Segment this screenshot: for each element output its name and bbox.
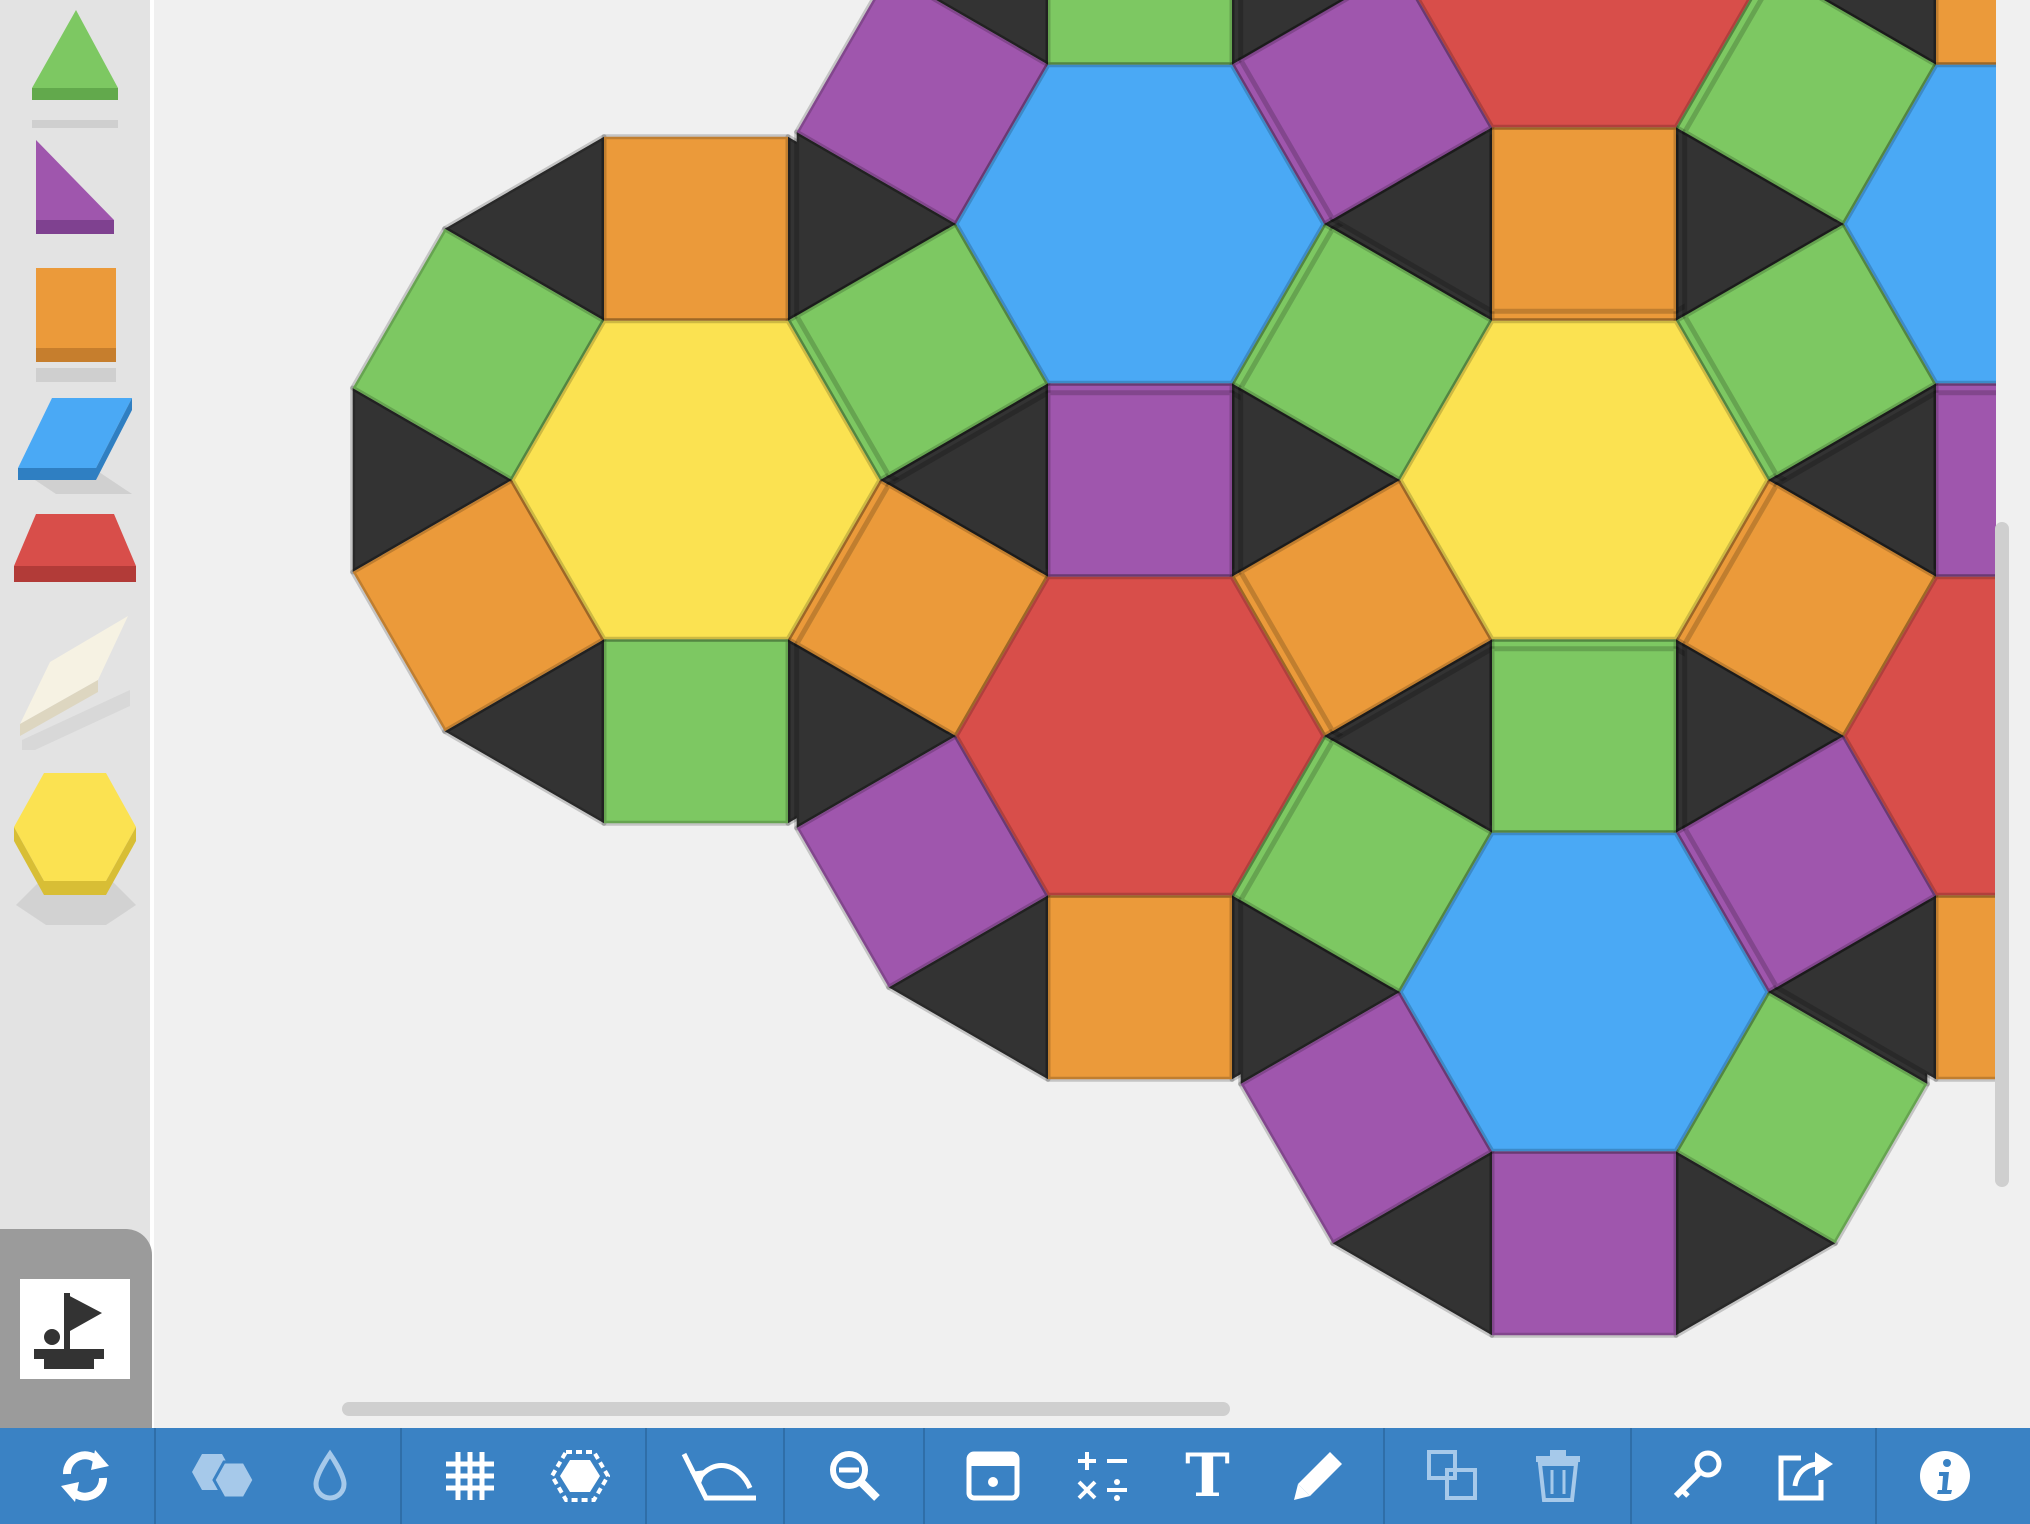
duplicate-button[interactable] (1405, 1428, 1500, 1524)
toolbar-separator (1875, 1428, 1877, 1524)
toolbar-separator (1630, 1428, 1632, 1524)
refresh-icon (61, 1450, 109, 1502)
square-tile[interactable] (1045, 390, 1235, 580)
thin-rhombus-icon (20, 616, 130, 750)
workspace-canvas[interactable] (154, 0, 1996, 1428)
square-tile[interactable] (1489, 124, 1679, 314)
droplet-icon (313, 1449, 347, 1501)
bottom-toolbar: T (0, 1428, 2030, 1524)
dashed-hexagon-icon (550, 1450, 610, 1502)
square-tile[interactable] (1933, 390, 1996, 580)
hexagons-icon (192, 1454, 256, 1500)
stamp-flag-icon (24, 1283, 126, 1375)
math-button[interactable] (1055, 1428, 1150, 1524)
right-triangle-icon (36, 140, 114, 234)
shape-outline-button[interactable] (530, 1428, 630, 1524)
toolbar-separator (400, 1428, 402, 1524)
square-tile[interactable] (1489, 646, 1679, 836)
trapezoid-icon (14, 514, 136, 582)
square-icon (36, 268, 116, 382)
toolbar-separator (645, 1428, 647, 1524)
tessellation-pattern[interactable] (154, 0, 1996, 1428)
square-tile[interactable] (1933, 892, 1996, 1082)
palette-tan-rhombus[interactable] (0, 610, 150, 750)
stamp-panel (0, 1229, 152, 1428)
key-icon (1673, 1450, 1721, 1499)
palette-purple-right-triangle[interactable] (0, 130, 150, 250)
toolbar-separator (783, 1428, 785, 1524)
toolbar-separator (154, 1428, 156, 1524)
key-button[interactable] (1650, 1428, 1745, 1524)
pencil-icon (1293, 1452, 1342, 1500)
info-button[interactable] (1895, 1428, 1995, 1524)
grid-button[interactable] (420, 1428, 520, 1524)
toolbar-separator (923, 1428, 925, 1524)
horizontal-scrollbar[interactable] (342, 1402, 1230, 1416)
square-tile[interactable] (601, 134, 791, 324)
toolbar-separator (1383, 1428, 1385, 1524)
info-icon (1920, 1451, 1970, 1501)
parallelogram-icon (18, 398, 132, 494)
triangle-icon (32, 10, 118, 128)
image-button[interactable] (945, 1428, 1040, 1524)
delete-button[interactable] (1510, 1428, 1605, 1524)
shapes-button[interactable] (180, 1428, 270, 1524)
palette-orange-square[interactable] (0, 260, 150, 390)
share-icon (1778, 1452, 1833, 1501)
pencil-button[interactable] (1270, 1428, 1365, 1524)
square-tile[interactable] (1489, 1148, 1679, 1338)
text-button[interactable]: T (1160, 1428, 1255, 1524)
grid-icon (446, 1452, 494, 1500)
trash-icon (1535, 1450, 1580, 1502)
angle-button[interactable] (665, 1428, 775, 1524)
square-tile[interactable] (1045, 0, 1235, 68)
zoom-out-icon (830, 1451, 880, 1501)
vertical-scrollbar[interactable] (1995, 522, 2009, 1187)
palette-green-triangle[interactable] (0, 0, 150, 130)
share-button[interactable] (1755, 1428, 1855, 1524)
duplicate-icon (1426, 1450, 1477, 1500)
text-icon: T (1185, 1441, 1230, 1511)
hexagon-icon (14, 773, 136, 925)
palette-red-trapezoid[interactable] (0, 510, 150, 600)
shape-palette (0, 0, 154, 1428)
zoom-out-button[interactable] (800, 1428, 910, 1524)
square-tile[interactable] (1933, 0, 1996, 68)
reset-button[interactable] (30, 1428, 140, 1524)
palette-blue-rhombus[interactable] (0, 390, 150, 500)
square-tile[interactable] (601, 636, 791, 826)
stamp-button[interactable] (20, 1279, 130, 1379)
color-button[interactable] (290, 1428, 370, 1524)
math-operators-icon (1077, 1452, 1127, 1501)
palette-yellow-hexagon[interactable] (0, 765, 150, 925)
image-icon (966, 1451, 1019, 1501)
square-tile[interactable] (1045, 892, 1235, 1082)
angle-icon (681, 1452, 756, 1501)
